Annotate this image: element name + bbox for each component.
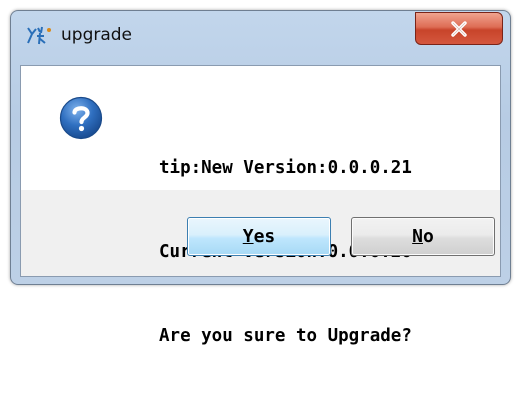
window-title: upgrade — [61, 25, 133, 45]
app-icon — [25, 24, 53, 46]
question-icon — [59, 96, 103, 140]
message-line: Are you sure to Upgrade? — [159, 326, 412, 346]
close-icon — [450, 20, 468, 37]
no-button[interactable]: No — [351, 217, 495, 256]
yes-button[interactable]: Yes — [187, 217, 331, 256]
yes-label-rest: es — [253, 226, 276, 247]
dialog-body: tip:New Version:0.0.0.21 Current Version… — [20, 65, 501, 346]
message-area: tip:New Version:0.0.0.21 Current Version… — [21, 66, 500, 346]
title-bar[interactable]: upgrade — [11, 11, 510, 49]
close-button[interactable] — [415, 12, 503, 45]
yes-accelerator: Y — [242, 226, 254, 247]
dialog-window: upgrade tip:New Version:0.0.0.21 Are you… — [10, 10, 511, 346]
message-line: tip:New Version:0.0.0.21 — [159, 158, 412, 178]
no-label-rest: o — [423, 226, 434, 247]
no-accelerator: N — [412, 226, 423, 247]
